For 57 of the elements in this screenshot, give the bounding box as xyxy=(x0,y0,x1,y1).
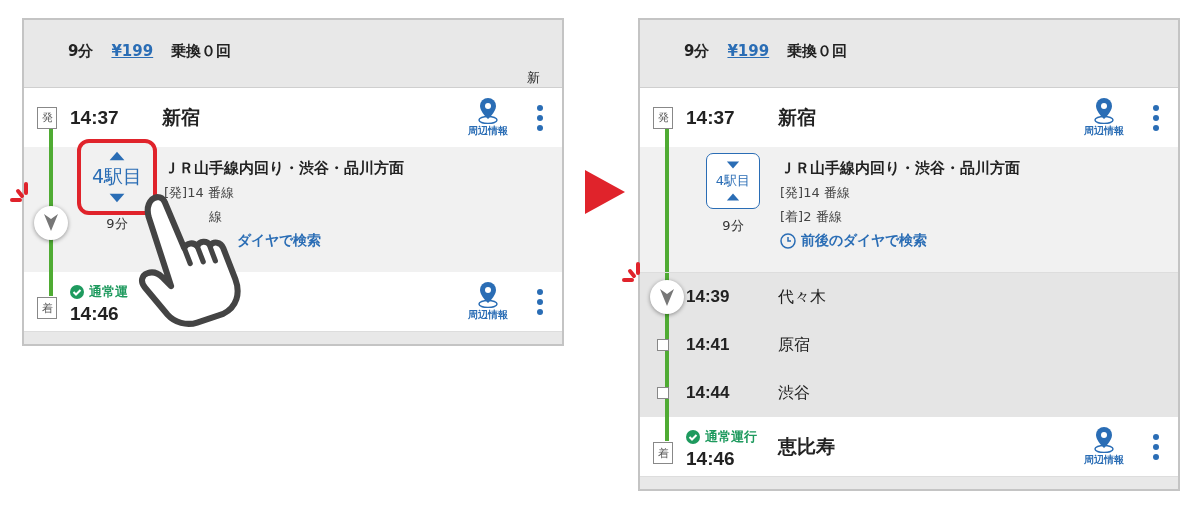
clock-icon xyxy=(780,233,796,249)
transfer-count: 乗換０回 xyxy=(171,42,232,61)
more-button[interactable] xyxy=(1152,432,1160,461)
more-button[interactable] xyxy=(536,103,544,132)
nearby-info-button[interactable]: 周辺情報 xyxy=(468,281,508,322)
station-name: 新宿 xyxy=(778,105,816,128)
stop-count-button[interactable]: 4駅目 xyxy=(706,153,760,209)
pin-icon xyxy=(477,97,499,124)
stop-name: 原宿 xyxy=(778,334,811,356)
caret-icon xyxy=(725,160,741,170)
stop-time: 14:44 xyxy=(686,383,731,403)
stop-time: 14:41 xyxy=(686,335,731,355)
departure-time: 14:37 xyxy=(686,106,736,129)
tap-burst-icon xyxy=(10,181,30,203)
platform-text: 線 xyxy=(209,208,223,226)
station-name: 恵比寿 xyxy=(778,434,835,457)
pin-icon xyxy=(1093,426,1115,453)
transfer-count: 乗換０回 xyxy=(787,42,848,61)
nearby-info-button[interactable]: 周辺情報 xyxy=(1084,426,1124,467)
nearby-info-button[interactable]: 周辺情報 xyxy=(468,97,508,138)
pin-icon xyxy=(477,281,499,308)
check-icon xyxy=(686,429,700,444)
stop-name: 代々木 xyxy=(778,286,827,308)
line-name: ＪＲ山手線内回り・渋谷・品川方面 xyxy=(164,159,405,178)
header-text: 新 xyxy=(527,69,540,87)
platform-text: [着]2 番線 xyxy=(780,208,843,226)
duration-text: 9分 xyxy=(684,42,710,61)
status-text: 通常運行 xyxy=(686,427,778,446)
station-badge: 発 xyxy=(37,106,57,129)
right-triangle-icon xyxy=(585,170,625,214)
departure-time: 14:37 xyxy=(70,106,120,129)
stop-name: 渋谷 xyxy=(778,382,811,404)
duration-text: 9分 xyxy=(68,42,94,61)
timetable-search-link[interactable]: ダイヤで検索 xyxy=(237,232,562,250)
more-button[interactable] xyxy=(536,287,544,316)
station-badge: 発 xyxy=(653,106,673,129)
timetable-search-link[interactable]: 前後のダイヤで検索 xyxy=(780,232,1178,250)
fare-link[interactable]: ¥199 xyxy=(727,42,770,60)
station-name: 新宿 xyxy=(162,105,200,128)
nearby-info-button[interactable]: 周辺情報 xyxy=(1084,97,1124,138)
platform-text: [発]14 番線 xyxy=(164,184,235,202)
arrival-time: 14:46 xyxy=(686,447,736,470)
station-badge: 着 xyxy=(37,297,57,319)
stop-count-button[interactable]: 4駅目 xyxy=(77,139,157,215)
arrival-time: 14:46 xyxy=(70,302,120,325)
ride-duration: 9分 xyxy=(106,215,128,233)
fare-link[interactable]: ¥199 xyxy=(111,42,154,60)
more-button[interactable] xyxy=(1152,103,1160,132)
platform-text: [発]14 番線 xyxy=(780,184,851,202)
stop-time: 14:39 xyxy=(686,287,731,307)
ride-duration: 9分 xyxy=(722,217,744,235)
pin-icon xyxy=(1093,97,1115,124)
station-badge: 着 xyxy=(653,442,673,464)
caret-icon xyxy=(725,192,741,202)
check-icon xyxy=(70,284,84,299)
tap-burst-icon xyxy=(622,261,642,283)
line-name: ＪＲ山手線内回り・渋谷・品川方面 xyxy=(780,159,1021,178)
